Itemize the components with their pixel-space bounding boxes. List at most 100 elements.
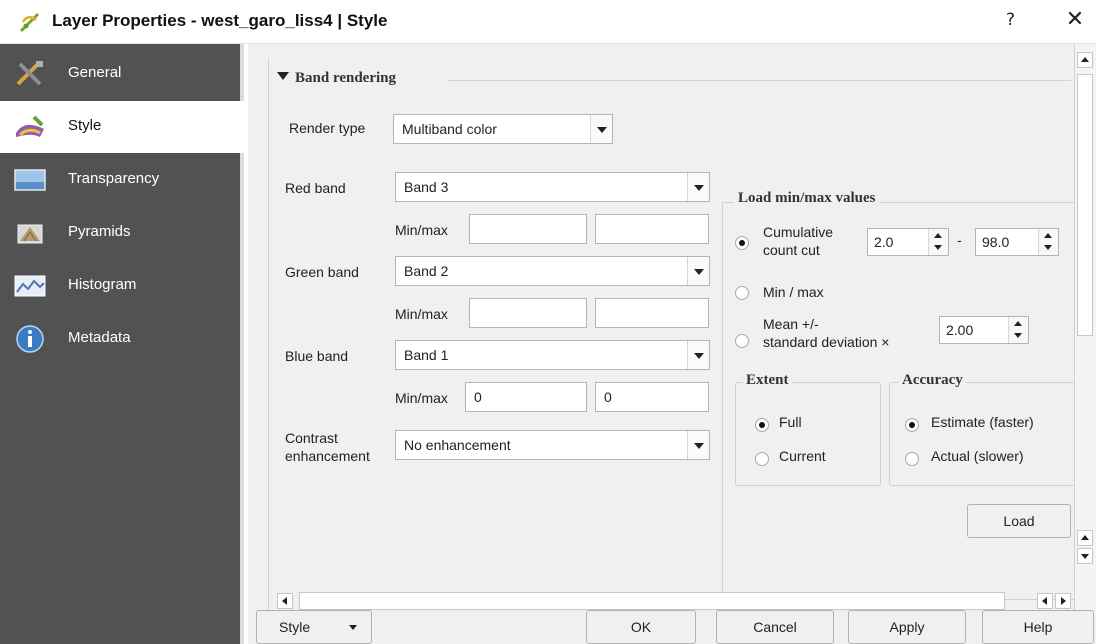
- scroll-down-button[interactable]: [1077, 548, 1093, 564]
- chevron-down-icon: [349, 625, 357, 630]
- cancel-button[interactable]: Cancel: [716, 610, 834, 644]
- mean-stddev-radio[interactable]: [735, 334, 749, 348]
- red-max-input[interactable]: [595, 214, 709, 244]
- green-band-select[interactable]: Band 2: [395, 256, 710, 286]
- help-button[interactable]: Help: [982, 610, 1094, 644]
- info-icon: [16, 325, 44, 353]
- green-minmax-label: Min/max: [395, 306, 448, 322]
- horizontal-scroll-thumb[interactable]: [299, 592, 1005, 610]
- vertical-scrollbar[interactable]: [1074, 44, 1096, 616]
- red-minmax-label: Min/max: [395, 222, 448, 238]
- red-band-select[interactable]: Band 3: [395, 172, 710, 202]
- sidebar-item-transparency[interactable]: Transparency: [0, 154, 244, 206]
- qgis-logo-icon: [19, 12, 40, 33]
- style-menu-button[interactable]: Style: [256, 610, 372, 644]
- green-max-input[interactable]: [595, 298, 709, 328]
- sidebar-item-label: Metadata: [68, 329, 131, 346]
- scroll-right-button[interactable]: [1055, 593, 1071, 609]
- accuracy-actual-radio[interactable]: [905, 452, 919, 466]
- sidebar-item-style[interactable]: Style: [0, 101, 244, 153]
- green-band-label: Green band: [285, 264, 359, 280]
- blue-min-input[interactable]: 0: [465, 382, 587, 412]
- load-minmax-title: Load min/max values: [734, 190, 880, 207]
- sidebar-item-histogram[interactable]: Histogram: [0, 260, 244, 312]
- extent-group: [735, 382, 881, 486]
- scroll-up-button[interactable]: [1077, 52, 1093, 68]
- contrast-enhancement-select[interactable]: No enhancement: [395, 430, 710, 460]
- down-arrow-icon: [1081, 554, 1089, 559]
- cumulative-to-spinbox[interactable]: 98.0: [975, 228, 1059, 256]
- left-arrow-icon: [1042, 597, 1047, 605]
- red-min-input[interactable]: [469, 214, 587, 244]
- band-rendering-panel: Band rendering Render type Multiband col…: [268, 58, 1075, 614]
- extent-full-label: Full: [779, 414, 802, 430]
- contrast-value: No enhancement: [404, 437, 511, 453]
- cancel-button-label: Cancel: [753, 619, 797, 635]
- blue-band-value: Band 1: [404, 347, 449, 363]
- apply-button[interactable]: Apply: [848, 610, 966, 644]
- sidebar-item-label: General: [68, 64, 122, 81]
- histogram-icon: [14, 275, 46, 297]
- range-separator: -: [957, 232, 962, 248]
- cumulative-radio[interactable]: [735, 236, 749, 250]
- style-panel: Band rendering Render type Multiband col…: [248, 44, 1096, 644]
- divider: [447, 80, 1071, 81]
- ok-button[interactable]: OK: [586, 610, 696, 644]
- green-min-input[interactable]: [469, 298, 587, 328]
- extent-current-radio[interactable]: [755, 452, 769, 466]
- render-type-select[interactable]: Multiband color: [393, 114, 613, 144]
- apply-button-label: Apply: [889, 619, 925, 635]
- scroll-left-button[interactable]: [277, 593, 293, 609]
- green-band-value: Band 2: [404, 263, 449, 279]
- cumulative-label-line1: Cumulative: [763, 224, 834, 240]
- extent-full-radio[interactable]: [755, 418, 769, 432]
- blue-minmax-label: Min/max: [395, 390, 448, 406]
- extent-title: Extent: [743, 372, 792, 389]
- extent-current-label: Current: [779, 448, 826, 464]
- spin-buttons[interactable]: [1008, 317, 1028, 343]
- blue-band-label: Blue band: [285, 348, 349, 364]
- accuracy-group: [889, 382, 1075, 486]
- cumulative-from-spinbox[interactable]: 2.0: [867, 228, 949, 256]
- scroll-left-button-2[interactable]: [1037, 593, 1053, 609]
- chevron-down-icon: [687, 257, 709, 285]
- load-button[interactable]: Load: [967, 504, 1071, 538]
- sidebar-item-label: Transparency: [68, 170, 160, 187]
- collapse-arrow-icon[interactable]: [277, 72, 289, 80]
- red-band-label: Red band: [285, 180, 346, 196]
- blue-band-select[interactable]: Band 1: [395, 340, 710, 370]
- right-arrow-icon: [1061, 597, 1066, 605]
- help-title-button[interactable]: ?: [1006, 10, 1015, 30]
- mean-label-line2: standard deviation ×: [763, 334, 890, 350]
- spin-buttons[interactable]: [928, 229, 948, 255]
- mean-label-line1: Mean +/-: [763, 316, 819, 332]
- contrast-label-line2: enhancement: [285, 448, 370, 464]
- scroll-up-button-2[interactable]: [1077, 530, 1093, 546]
- accuracy-title: Accuracy: [899, 372, 966, 389]
- cumulative-to-value: 98.0: [982, 234, 1010, 250]
- chevron-down-icon: [590, 115, 612, 143]
- sidebar-item-label: Histogram: [68, 276, 137, 293]
- left-arrow-icon: [282, 597, 287, 605]
- accuracy-estimate-label: Estimate (faster): [931, 414, 1034, 430]
- spin-buttons[interactable]: [1038, 229, 1058, 255]
- sidebar-item-metadata[interactable]: Metadata: [0, 313, 244, 365]
- down-arrow-icon: [1014, 333, 1022, 338]
- render-type-label: Render type: [289, 120, 366, 136]
- close-button[interactable]: ✕: [1062, 7, 1088, 35]
- stddev-spinbox[interactable]: 2.00: [939, 316, 1029, 344]
- chevron-down-icon: [687, 341, 709, 369]
- blue-max-input[interactable]: 0: [595, 382, 709, 412]
- sidebar-item-label: Pyramids: [68, 223, 131, 240]
- minmax-radio[interactable]: [735, 286, 749, 300]
- up-arrow-icon: [1014, 321, 1022, 326]
- render-type-value: Multiband color: [402, 121, 497, 137]
- band-rendering-title[interactable]: Band rendering: [295, 70, 396, 87]
- sidebar-item-general[interactable]: General: [0, 48, 244, 100]
- horizontal-scrollbar[interactable]: [277, 592, 1096, 610]
- up-arrow-icon: [1081, 535, 1089, 540]
- accuracy-estimate-radio[interactable]: [905, 418, 919, 432]
- sidebar-item-pyramids[interactable]: Pyramids: [0, 207, 244, 259]
- minmax-label: Min / max: [763, 284, 824, 300]
- vertical-scroll-thumb[interactable]: [1077, 74, 1093, 336]
